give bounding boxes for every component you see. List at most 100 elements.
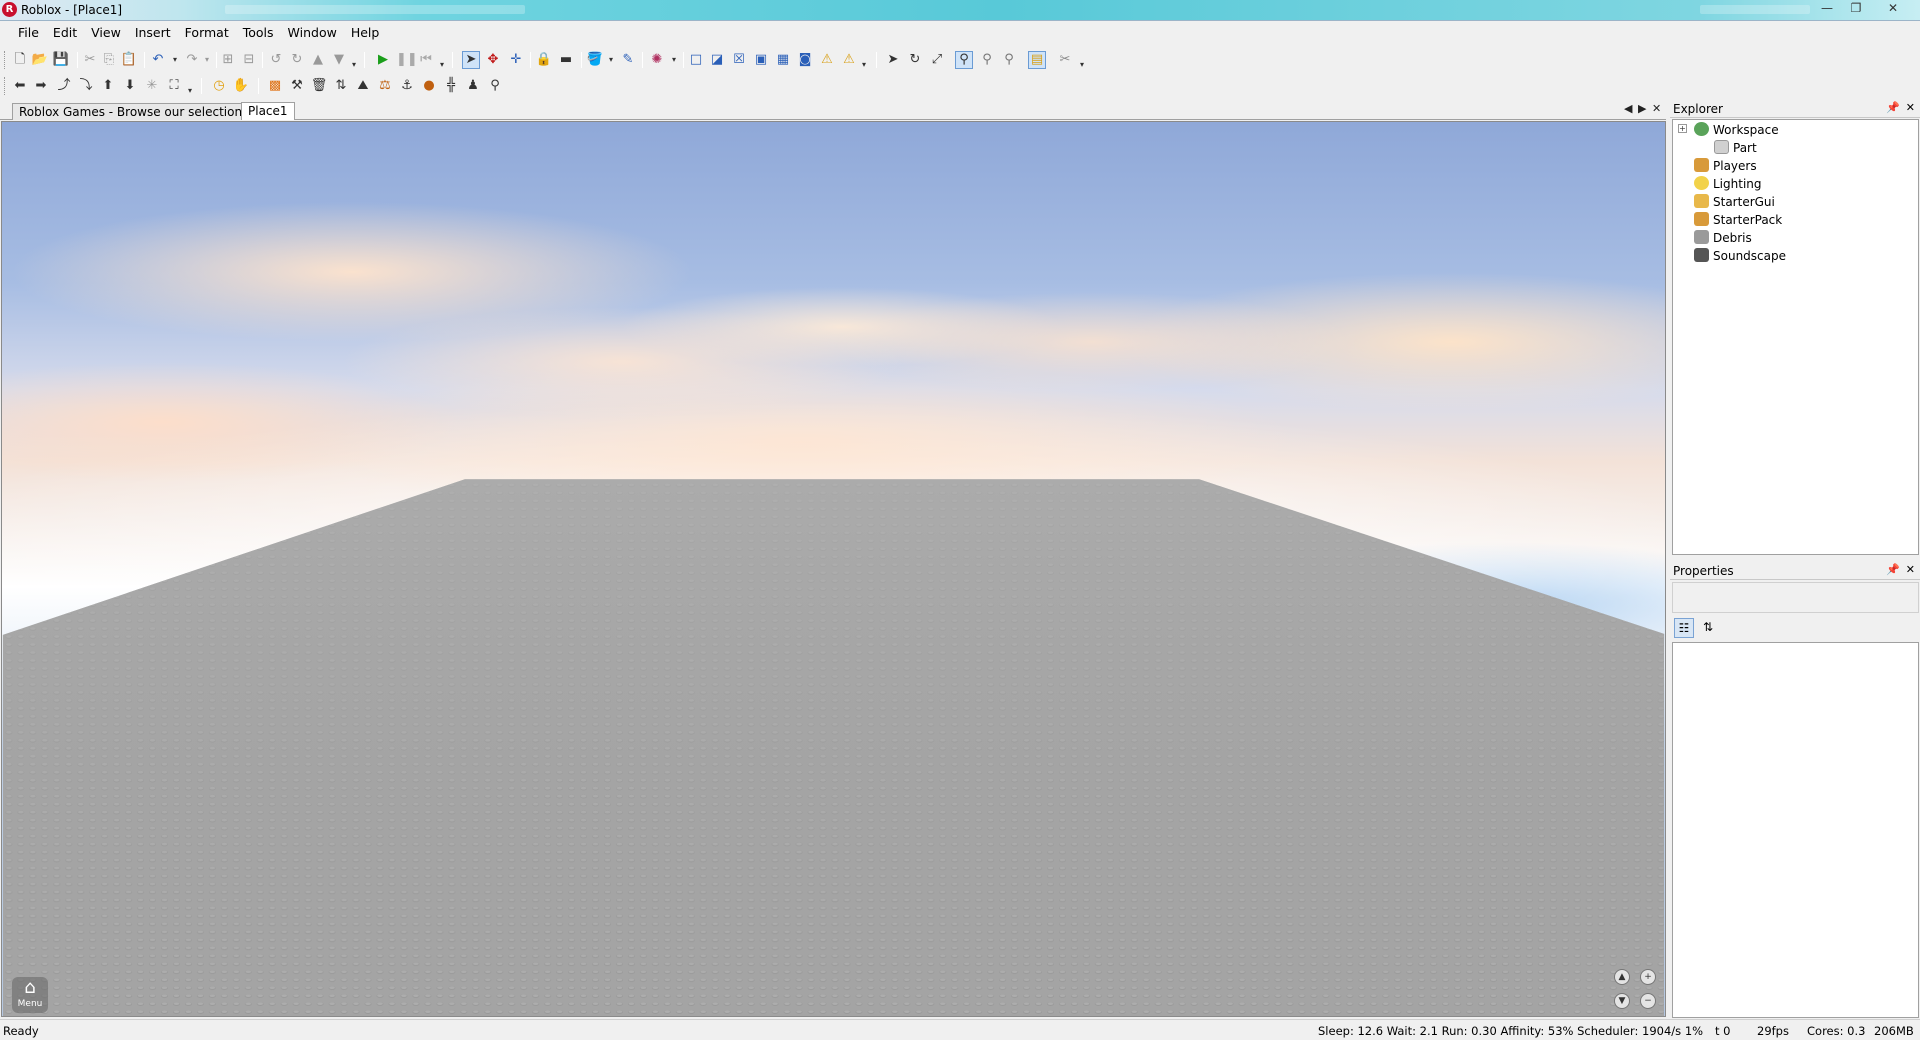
glue-surface-icon[interactable]: ◪: [708, 51, 726, 69]
ungroup-icon[interactable]: ⊟: [240, 51, 258, 69]
menu-button[interactable]: ⌂ Menu: [12, 977, 48, 1013]
weld-icon[interactable]: ⚓: [398, 77, 416, 95]
menu-file[interactable]: File: [11, 22, 46, 44]
paint-dropdown-icon[interactable]: ▾: [602, 51, 620, 69]
tree-item-lighting[interactable]: Lighting: [1694, 175, 1762, 193]
menu-window[interactable]: Window: [281, 22, 344, 44]
motor-icon[interactable]: ⚠: [840, 51, 858, 69]
stamp-icon[interactable]: ⚲: [486, 77, 504, 95]
minimize-button[interactable]: —: [1814, 0, 1840, 18]
tab-close-icon[interactable]: ✕: [1652, 102, 1661, 115]
toolbar-grip[interactable]: [4, 77, 7, 95]
toolbar-overflow-icon[interactable]: ▾: [440, 59, 448, 71]
weld-surface-icon[interactable]: ☒: [730, 51, 748, 69]
cut-icon[interactable]: ✂: [81, 51, 99, 69]
smooth-surface-icon[interactable]: □: [687, 51, 705, 69]
fit-view-icon[interactable]: ⛶: [165, 77, 183, 95]
pin-icon[interactable]: 📌: [1886, 563, 1900, 576]
select-icon[interactable]: ➤: [462, 51, 480, 69]
open-folder-icon[interactable]: 📂: [31, 51, 49, 69]
resize-tool-icon[interactable]: ⤢: [928, 51, 946, 69]
move-forward-icon[interactable]: ⬆: [99, 77, 117, 95]
close-panel-icon[interactable]: ✕: [1906, 101, 1915, 114]
close-button[interactable]: ✕: [1880, 0, 1906, 18]
tools-icon[interactable]: ✂: [1056, 51, 1074, 69]
pointer-icon[interactable]: ➤: [884, 51, 902, 69]
baseplate[interactable]: [2, 122, 1665, 1016]
zoom-extents-icon[interactable]: ✳: [143, 77, 161, 95]
rotate-tool-icon[interactable]: ↻: [906, 51, 924, 69]
tree-item-part[interactable]: Part: [1714, 139, 1757, 157]
move-down-icon[interactable]: ▼: [330, 51, 348, 69]
save-icon[interactable]: 💾: [52, 51, 70, 69]
paste-icon[interactable]: 📋: [120, 51, 138, 69]
menu-format[interactable]: Format: [178, 22, 236, 44]
scale-icon[interactable]: ⚖: [376, 77, 394, 95]
group-icon[interactable]: ⊞: [219, 51, 237, 69]
categorized-view-icon[interactable]: ☷: [1674, 618, 1694, 638]
tree-item-starterpack[interactable]: StarterPack: [1694, 211, 1782, 229]
toolbar-overflow-icon[interactable]: ▾: [862, 59, 870, 71]
tree-item-startergui[interactable]: StarterGui: [1694, 193, 1775, 211]
expand-icon[interactable]: +: [1678, 124, 1687, 133]
spawn-icon[interactable]: ╬: [442, 77, 460, 95]
pin-icon[interactable]: 📌: [1886, 101, 1900, 114]
reset-icon[interactable]: ⏮: [417, 51, 435, 69]
surface-icon[interactable]: ✺: [648, 51, 666, 69]
terrain-icon[interactable]: ▩: [266, 77, 284, 95]
move-back-icon[interactable]: ⬇: [121, 77, 139, 95]
clock-icon[interactable]: ◷: [210, 77, 228, 95]
pan-left-icon[interactable]: ⬅: [11, 77, 29, 95]
camera-up-icon[interactable]: ▲: [1614, 969, 1630, 985]
play-icon[interactable]: ▶: [374, 51, 392, 69]
surface-dropdown-icon[interactable]: ▾: [665, 51, 683, 69]
toolbar-overflow-icon[interactable]: ▾: [352, 59, 360, 71]
move-icon[interactable]: ✥: [484, 51, 502, 69]
character-icon[interactable]: ♟: [464, 77, 482, 95]
sort-alphabetical-icon[interactable]: ⇅: [1698, 618, 1718, 638]
maximize-button[interactable]: ❐: [1843, 0, 1869, 18]
rotate-left-icon[interactable]: ↺: [267, 51, 285, 69]
tilt-up-icon[interactable]: ⤴: [55, 77, 73, 95]
delete-icon[interactable]: 🗑: [310, 77, 328, 95]
3d-viewport[interactable]: ⌂ Menu ▲ + ▼ −: [1, 121, 1666, 1017]
zoom-out-icon[interactable]: −: [1640, 993, 1656, 1009]
hammer-icon[interactable]: ⚒: [288, 77, 306, 95]
pan-right-icon[interactable]: ➡: [32, 77, 50, 95]
tab-scroll-left-icon[interactable]: ◀: [1624, 102, 1632, 115]
ramp-icon[interactable]: ⛰: [354, 77, 372, 95]
zoom-in-icon[interactable]: +: [1640, 969, 1656, 985]
drag-icon[interactable]: ✛: [507, 51, 525, 69]
universal-surface-icon[interactable]: ◙: [796, 51, 814, 69]
toolbar-grip[interactable]: [4, 51, 7, 69]
menu-tools[interactable]: Tools: [236, 22, 281, 44]
menu-view[interactable]: View: [84, 22, 128, 44]
camera-down-icon[interactable]: ▼: [1614, 993, 1630, 1009]
tree-item-workspace[interactable]: Workspace: [1694, 121, 1779, 139]
tab-place1[interactable]: Place1: [241, 102, 295, 120]
material-icon[interactable]: ✎: [619, 51, 637, 69]
hand-icon[interactable]: ✋: [232, 77, 250, 95]
rotate-right-icon[interactable]: ↻: [288, 51, 306, 69]
tree-item-soundscape[interactable]: Soundscape: [1694, 247, 1786, 265]
new-file-icon[interactable]: 🗋: [11, 51, 29, 69]
sphere-icon[interactable]: ●: [420, 77, 438, 95]
studs-surface-icon[interactable]: ▣: [752, 51, 770, 69]
pause-icon[interactable]: ❚❚: [396, 51, 418, 69]
inlet-surface-icon[interactable]: ▦: [774, 51, 792, 69]
menu-help[interactable]: Help: [344, 22, 387, 44]
tree-item-players[interactable]: Players: [1694, 157, 1757, 175]
close-panel-icon[interactable]: ✕: [1906, 563, 1915, 576]
lock-icon[interactable]: 🔒: [535, 51, 553, 69]
toolbar-overflow-icon[interactable]: ▾: [1080, 59, 1088, 71]
tab-scroll-right-icon[interactable]: ▶: [1638, 102, 1646, 115]
copy-icon[interactable]: ⎘: [100, 51, 118, 69]
menu-insert[interactable]: Insert: [128, 22, 178, 44]
redo-dropdown-icon[interactable]: ▾: [198, 51, 216, 69]
undo-dropdown-icon[interactable]: ▾: [166, 51, 184, 69]
move-up-icon[interactable]: ▲: [309, 51, 327, 69]
clipboard-tool-icon[interactable]: ▤: [1028, 51, 1046, 69]
vertical-move-icon[interactable]: ⇅: [332, 77, 350, 95]
menu-edit[interactable]: Edit: [46, 22, 84, 44]
anchor-icon[interactable]: ▬: [557, 51, 575, 69]
